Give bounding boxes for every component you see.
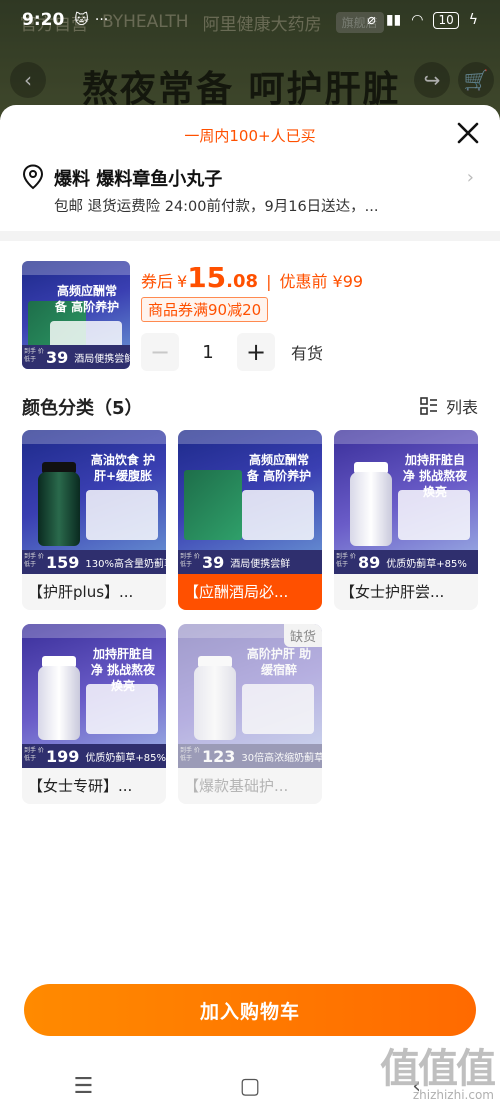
variants-header: 颜色分类（5） 列表 <box>0 382 500 430</box>
variant-label: 【女士护肝尝... <box>340 583 445 601</box>
variant-card-disabled: 缺货 高阶护肝 助缓宿醉 到手 价低于 123 30倍高浓缩奶蓟草 【爆款基础护… <box>178 624 322 804</box>
variants-title: 颜色分类（5） <box>22 398 143 419</box>
variant-headline: 高阶护肝 助缓宿醉 <box>246 647 312 677</box>
cat-icon: 🐱 <box>74 12 89 28</box>
variant-price: 123 <box>202 746 236 766</box>
list-view-icon <box>420 397 437 415</box>
variant-price-prefix: 到手 价低于 <box>24 747 44 762</box>
price-decimal: .08 <box>226 271 259 292</box>
variant-price: 39 <box>202 552 225 572</box>
home-icon[interactable]: ▢ <box>230 1066 270 1106</box>
status-time: 9:20 <box>22 10 65 30</box>
battery-icon: 10 <box>433 11 459 29</box>
variant-price: 199 <box>46 746 80 766</box>
variant-headline: 高油饮食 护肝+缓腹胀 <box>90 453 156 483</box>
variant-price-prefix: 到手 价低于 <box>336 553 356 568</box>
variant-price-prefix: 到手 价低于 <box>180 747 200 762</box>
variant-card[interactable]: 加持肝脏自净 挑战熬夜焕亮 到手 价低于 199 优质奶蓟草+85% 【女士专研… <box>22 624 166 804</box>
price-separator: | <box>266 272 272 291</box>
section-divider <box>0 231 500 241</box>
list-view-toggle[interactable]: 列表 <box>420 394 478 418</box>
variant-card[interactable]: 加持肝脏自净 挑战熬夜焕亮 到手 价低于 89 优质奶蓟草+85% 【女士护肝尝… <box>334 430 478 610</box>
thumb-headline: 高频应酬常备 高阶养护 <box>54 284 120 314</box>
minus-button[interactable]: − <box>141 333 179 371</box>
variant-desc: 酒局便携尝鲜 <box>230 558 291 570</box>
variant-price: 159 <box>46 552 80 572</box>
thumb-price-prefix: 到手 价低于 <box>24 348 44 363</box>
list-view-label: 列表 <box>445 398 478 417</box>
variant-label: 【爆款基础护... <box>184 777 289 795</box>
signal-icon: ▮▮ <box>385 12 402 28</box>
variant-image: 高油饮食 护肝+缓腹胀 到手 价低于 159 130%高含量奶蓟草* <box>22 430 166 574</box>
chevron-right-icon: › <box>466 167 474 188</box>
variant-desc: 优质奶蓟草+85% <box>386 558 467 570</box>
variant-desc: 30倍高浓缩奶蓟草 <box>241 752 322 764</box>
thumb-price: 39 <box>46 347 69 367</box>
variant-image: 加持肝脏自净 挑战熬夜焕亮 到手 价低于 199 优质奶蓟草+85% <box>22 624 166 768</box>
variant-grid: 高油饮食 护肝+缓腹胀 到手 价低于 159 130%高含量奶蓟草* 【护肝pl… <box>0 430 500 830</box>
shipping-info: 包邮 退货运费险 24:00前付款，9月16日送达，... <box>54 199 379 215</box>
charging-icon: ϟ <box>468 12 478 28</box>
variant-card[interactable]: 高油饮食 护肝+缓腹胀 到手 价低于 159 130%高含量奶蓟草* 【护肝pl… <box>22 430 166 610</box>
menu-icon[interactable]: ☰ <box>63 1066 103 1106</box>
address-row[interactable]: 爆料 爆料章鱼小丸子 › 包邮 退货运费险 24:00前付款，9月16日送达，.… <box>0 161 500 231</box>
variant-desc: 优质奶蓟草+85% <box>85 752 166 764</box>
variant-label: 【应酬酒局必... <box>178 574 322 610</box>
close-icon[interactable] <box>454 119 482 147</box>
thumb-desc: 酒局便携尝鲜 <box>74 353 130 365</box>
currency-symbol: ¥ <box>177 272 188 291</box>
original-price: 优惠前 ¥99 <box>279 272 364 291</box>
selected-product: 高频应酬常备 高阶养护 到手 价低于 39 酒局便携尝鲜 券后 ¥ 15 .08… <box>0 241 500 376</box>
quantity-value[interactable]: 1 <box>179 342 237 363</box>
variant-card-selected[interactable]: 高频应酬常备 高阶养护 到手 价低于 39 酒局便携尝鲜 【应酬酒局必... <box>178 430 322 610</box>
variant-image: 加持肝脏自净 挑战熬夜焕亮 到手 价低于 89 优质奶蓟草+85% <box>334 430 478 574</box>
sheet-header: 一周内100+人已买 <box>0 105 500 161</box>
variant-image: 高频应酬常备 高阶养护 到手 价低于 39 酒局便携尝鲜 <box>178 430 322 574</box>
variant-price-prefix: 到手 价低于 <box>24 553 44 568</box>
wifi-icon: ◠ <box>411 12 424 28</box>
address-name: 爆料 爆料章鱼小丸子 <box>54 169 223 190</box>
sku-sheet: 一周内100+人已买 爆料 爆料章鱼小丸子 › 包邮 退货运费险 24:00前付… <box>0 105 500 1112</box>
variant-desc: 130%高含量奶蓟草* <box>85 558 166 570</box>
stock-status: 有货 <box>291 344 324 363</box>
add-to-cart-button[interactable]: 加入购物车 <box>24 984 476 1036</box>
quantity-stepper: − 1 + 有货 <box>141 333 323 371</box>
price-integer: 15 <box>187 261 227 294</box>
product-thumbnail[interactable]: 高频应酬常备 高阶养护 到手 价低于 39 酒局便携尝鲜 <box>22 261 130 369</box>
coupon-badge[interactable]: 商品券满90减20 <box>141 297 269 322</box>
plus-button[interactable]: + <box>237 333 275 371</box>
location-pin-icon <box>22 164 44 190</box>
variant-label: 【女士专研】... <box>28 777 133 795</box>
mute-icon: ⌀ <box>367 12 376 28</box>
out-of-stock-badge: 缺货 <box>283 624 322 647</box>
status-bar: 9:20 🐱 ··· ⌀ ▮▮ ◠ 10 ϟ <box>0 0 500 40</box>
sold-banner: 一周内100+人已买 <box>184 127 316 145</box>
watermark-logo: 值值值 <box>380 1046 496 1092</box>
battery-level: 10 <box>438 12 454 27</box>
variant-headline: 高频应酬常备 高阶养护 <box>246 453 312 483</box>
variant-label: 【护肝plus】... <box>28 583 134 601</box>
price-line: 券后 ¥ 15 .08 | 优惠前 ¥99 <box>141 261 363 294</box>
more-icon: ··· <box>94 12 109 28</box>
watermark: 值值值 zhizhizhi.com <box>380 1036 496 1102</box>
variant-price-prefix: 到手 价低于 <box>180 553 200 568</box>
variant-price: 89 <box>358 552 381 572</box>
price-label: 券后 <box>141 272 174 291</box>
